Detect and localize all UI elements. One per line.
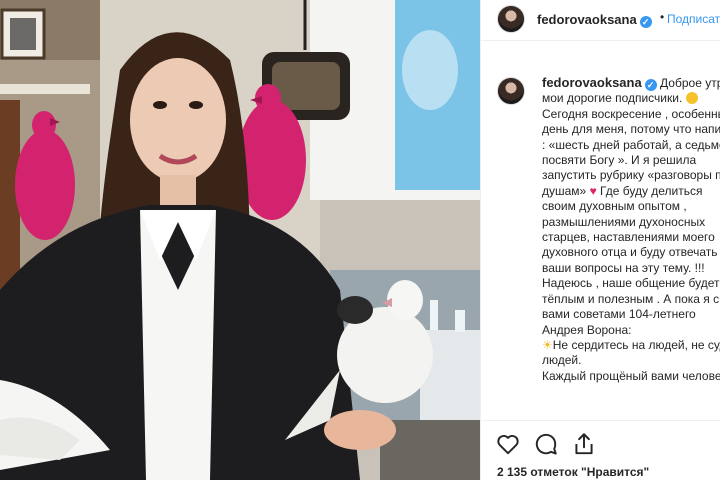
caption-line: ваши вопросы на эту тему. !!! [542, 260, 705, 275]
username-text: fedorovaoksana [537, 12, 637, 27]
caption-line: : «шесть дней работай, а седьмой [542, 137, 720, 152]
caption-line: запустить рубрику «разговоры по [542, 168, 720, 183]
verified-badge-icon: ✓ [639, 16, 652, 28]
caption-line: Где буду делиться [596, 183, 703, 198]
caption-line: Каждый прощёный вами человек [542, 368, 720, 383]
separator-dot: • [660, 10, 665, 24]
caption-line: душам» [542, 183, 590, 198]
caption-line: Доброе утро [660, 76, 720, 90]
smile-emoji-icon [685, 92, 698, 105]
caption-line: тёплым и полезным . А пока я с [542, 291, 720, 306]
heart-emoji-icon: ♥ [589, 183, 597, 198]
caption-line: посвяти Богу ». И я решила [542, 153, 697, 168]
caption-line: Надеюсь , наше общение будет [542, 276, 720, 291]
heart-outline-icon[interactable] [495, 431, 521, 457]
caption-area[interactable]: fedorovaoksana✓ Доброе утро мои дорогие … [481, 41, 720, 419]
caption-line: духовного отца и буду отвечать на [542, 245, 720, 260]
photo-illustration [0, 0, 480, 480]
caption-line: Андрея Ворона: [542, 322, 632, 337]
caption-line: Не сердитесь на людей, не судите [552, 337, 720, 352]
follow-button[interactable]: Подписаться [667, 12, 720, 26]
share-upload-icon[interactable] [571, 431, 597, 457]
caption-line: мои дорогие подписчики. [542, 91, 686, 106]
post-header: fedorovaoksana✓ • Подписаться [481, 0, 720, 41]
post-sidebar: fedorovaoksana✓ • Подписаться fedorovaok… [480, 0, 720, 480]
verified-badge-icon: ✓ [644, 79, 657, 91]
caption-line: Сегодня воскресение , особенный [542, 106, 720, 121]
caption-line: размышлениями духоносных [542, 214, 706, 229]
caption-text: fedorovaoksana✓ Доброе утро мои дорогие … [542, 75, 720, 384]
likes-count[interactable]: 2 135 отметок "Нравится" [497, 465, 649, 479]
comment-bubble-icon[interactable] [533, 431, 559, 457]
post-actions: 2 135 отметок "Нравится" [481, 420, 720, 480]
caption-line: людей. [542, 353, 582, 368]
caption-line: своим духовным опытом , [542, 199, 687, 214]
caption-line: старцев, наставлениями моего [542, 230, 715, 245]
avatar[interactable] [497, 5, 525, 33]
caption-username-link[interactable]: fedorovaoksana ✓ [542, 75, 657, 91]
caption-line: вами советами 104-летнего [542, 307, 696, 322]
caption-line: день для меня, потому что написано [542, 122, 720, 137]
caption-username: fedorovaoksana [542, 75, 642, 90]
sun-emoji-icon: ☀ [542, 337, 553, 352]
avatar[interactable] [497, 77, 525, 105]
username-link[interactable]: fedorovaoksana ✓ [537, 12, 652, 28]
post-photo[interactable] [0, 0, 480, 480]
